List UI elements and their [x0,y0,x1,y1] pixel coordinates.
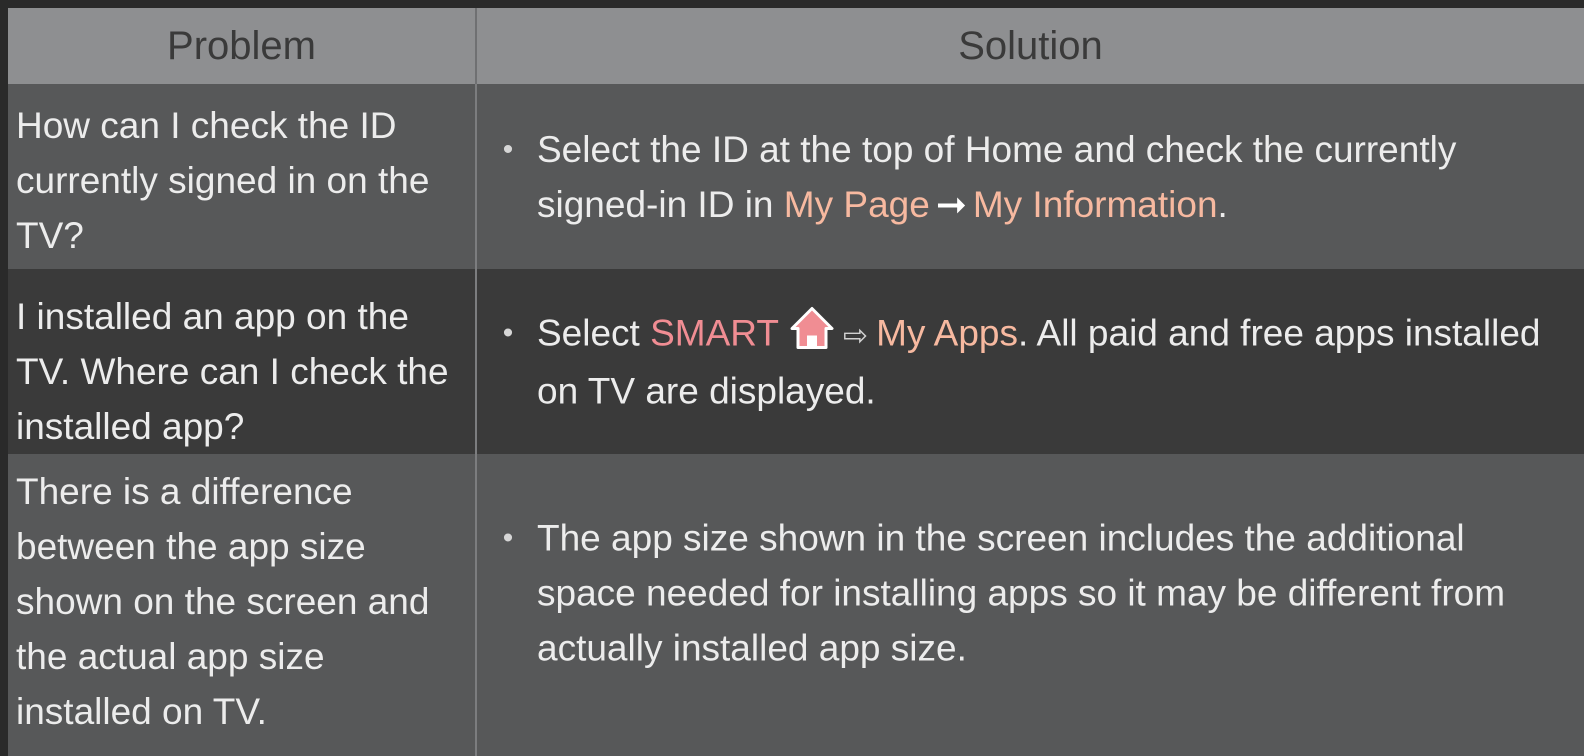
bullet: • [502,132,514,166]
my-apps-link: My Apps [876,312,1019,353]
solution-cell: • The app size shown in the screen inclu… [477,454,1584,756]
troubleshooting-table: Problem Solution How can I check the ID … [8,8,1584,756]
problem-text: There is a difference between the app si… [16,471,430,732]
table-row: There is a difference between the app si… [8,454,1584,756]
header-problem: Problem [8,8,477,84]
solution-cell: • Select the ID at the top of Home and c… [477,84,1584,269]
table-header-row: Problem Solution [8,8,1584,84]
bullet: • [502,316,514,349]
solution-cell: • Select SMART ⇨ My Apps. All paid and fre… [477,269,1584,454]
page-frame: Problem Solution How can I check the ID … [0,0,1584,756]
bullet: • [502,521,514,555]
problem-text: How can I check the ID currently signed … [16,105,430,256]
solution-text: The app size shown in the screen include… [537,517,1506,669]
arrow-icon: ➞ [935,183,967,225]
solution-text: Select SMART ⇨ My Apps. All paid and free … [537,305,1568,418]
problem-cell: How can I check the ID currently signed … [8,84,477,269]
my-information-link: My Information [972,183,1218,225]
table-row: How can I check the ID currently signed … [8,84,1584,269]
table-row: I installed an app on the TV. Where can … [8,269,1584,454]
header-solution: Solution [958,23,1103,68]
problem-text: I installed an app on the TV. Where can … [16,296,449,447]
solution-plain-text: Select [537,312,651,353]
smart-label: SMART [650,312,779,353]
home-icon [790,306,834,349]
problem-cell: I installed an app on the TV. Where can … [8,269,477,454]
arrow-right-icon: ⇨ [842,319,869,352]
solution-text: Select the ID at the top of Home and che… [537,122,1568,232]
my-page-link: My Page [783,183,930,225]
period: . [1217,183,1228,225]
problem-cell: There is a difference between the app si… [8,454,477,756]
